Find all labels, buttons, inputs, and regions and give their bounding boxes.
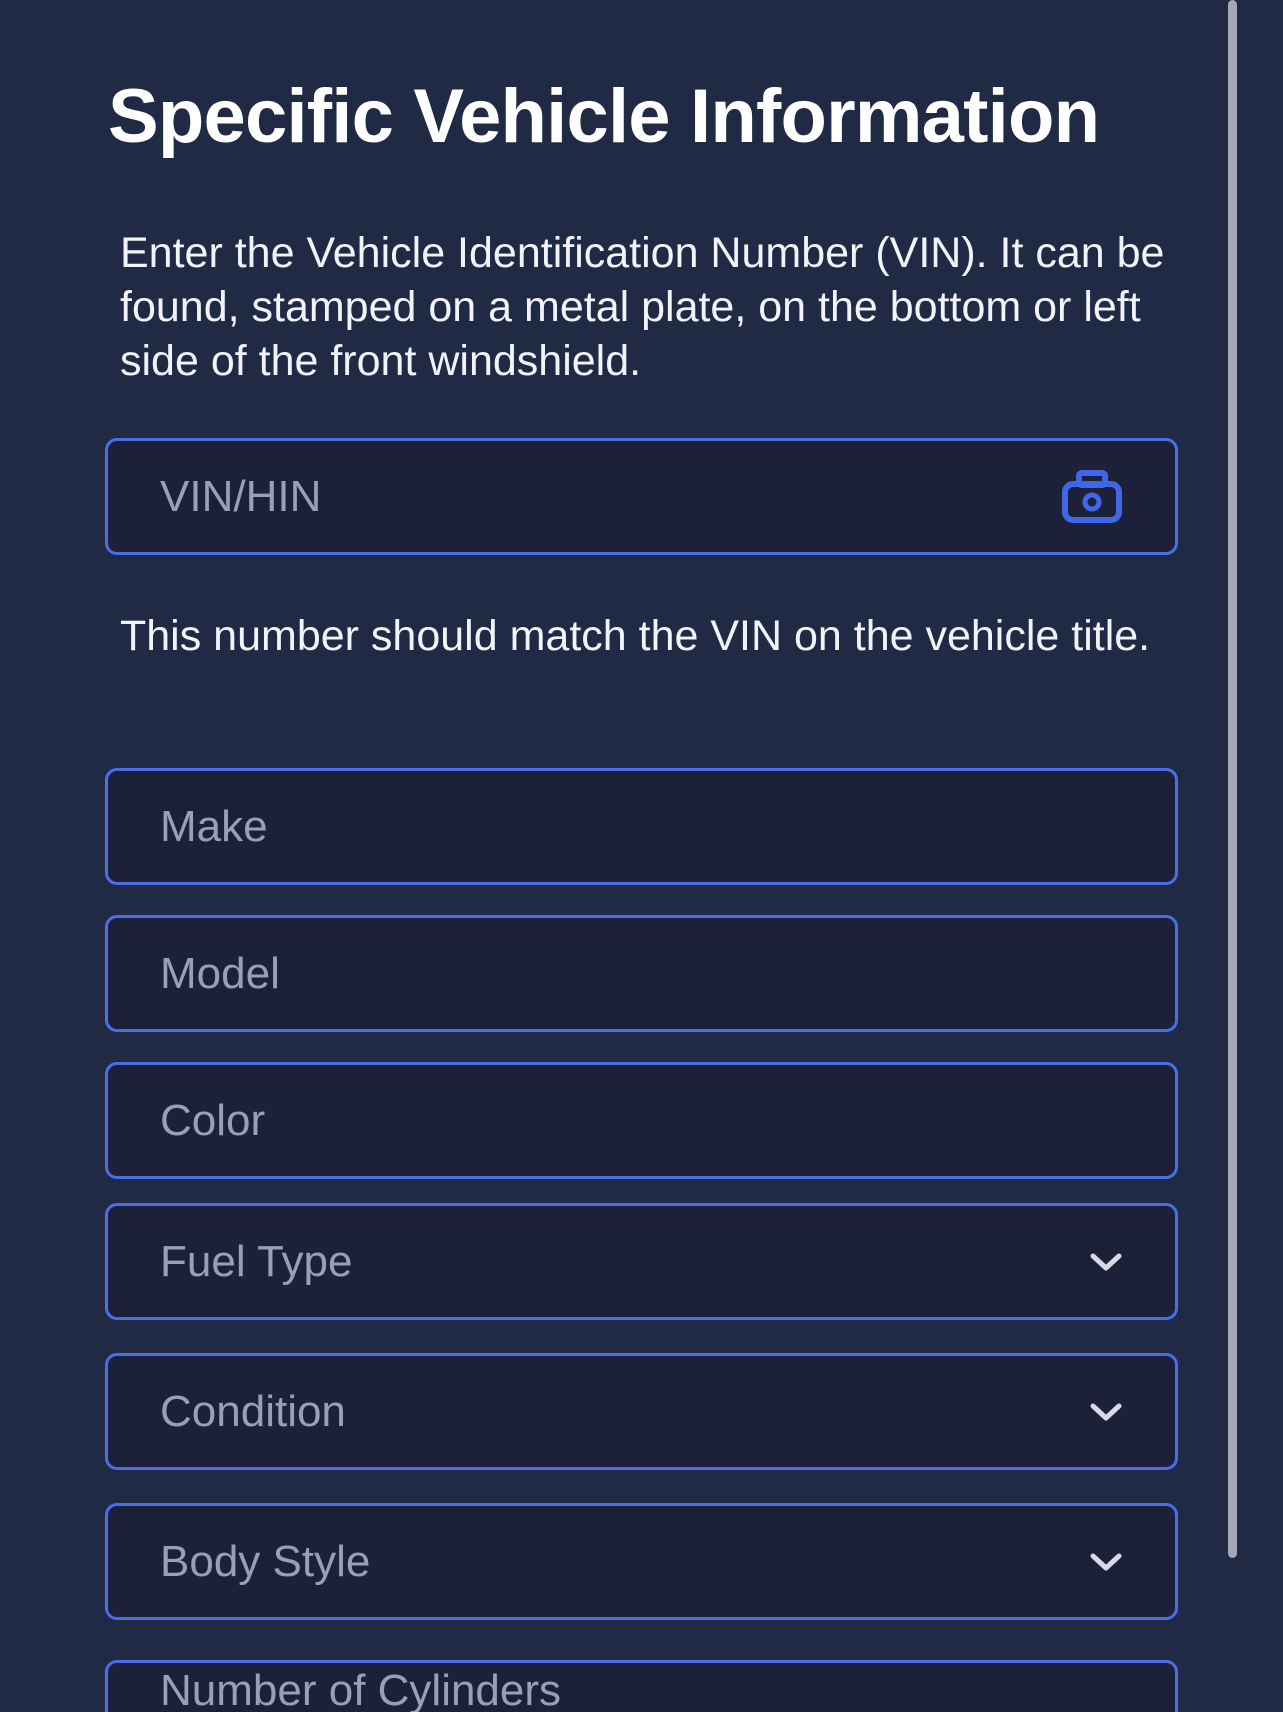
camera-icon[interactable] [1061, 469, 1123, 524]
fuel-type-select[interactable]: Fuel Type [105, 1203, 1178, 1320]
condition-select[interactable]: Condition [105, 1353, 1178, 1470]
chevron-down-icon [1089, 1401, 1123, 1423]
page-title: Specific Vehicle Information [108, 74, 1100, 159]
cylinders-input-placeholder: Number of Cylinders [160, 1665, 562, 1712]
condition-placeholder: Condition [160, 1386, 346, 1436]
scrollbar-thumb[interactable] [1228, 0, 1237, 1558]
chevron-down-icon [1089, 1251, 1123, 1273]
vin-input-placeholder: VIN/HIN [160, 471, 322, 521]
body-style-placeholder: Body Style [160, 1536, 371, 1586]
vin-instructions: Enter the Vehicle Identification Number … [120, 229, 1165, 385]
chevron-down-icon [1089, 1551, 1123, 1573]
make-input[interactable]: Make [105, 768, 1178, 885]
model-input[interactable]: Model [105, 915, 1178, 1032]
vehicle-info-screen: Specific Vehicle Information Enter the V… [0, 0, 1283, 1712]
vin-note: This number should match the VIN on the … [120, 612, 1151, 660]
color-input-placeholder: Color [160, 1095, 266, 1145]
body-style-select[interactable]: Body Style [105, 1503, 1178, 1620]
fuel-type-placeholder: Fuel Type [160, 1236, 353, 1286]
model-input-placeholder: Model [160, 948, 280, 998]
color-input[interactable]: Color [105, 1062, 1178, 1179]
vin-input[interactable]: VIN/HIN [105, 438, 1178, 555]
cylinders-input[interactable]: Number of Cylinders [105, 1660, 1178, 1712]
make-input-placeholder: Make [160, 801, 268, 851]
